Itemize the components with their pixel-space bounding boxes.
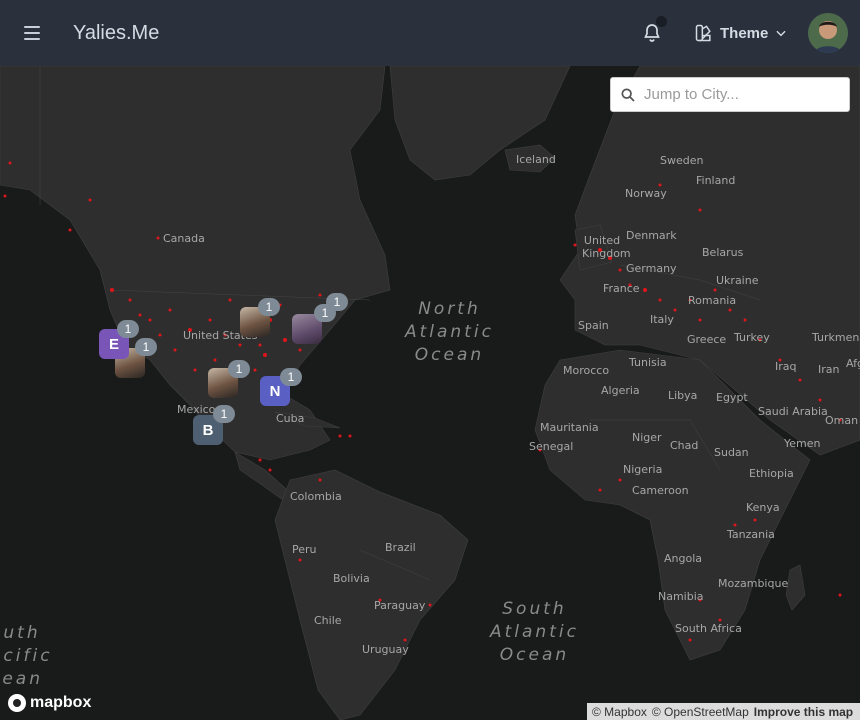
ocean-label-north-atlantic: North Atlantic Ocean <box>405 299 494 365</box>
cluster-count-badge[interactable]: 1 <box>280 368 302 386</box>
map-label: Brazil <box>385 541 416 554</box>
map-label: Iceland <box>516 153 556 166</box>
brand-title[interactable]: Yalies.Me <box>73 22 159 45</box>
map-label: Chad <box>670 439 699 452</box>
avatar-image <box>808 13 848 53</box>
map-label: Tanzania <box>727 528 775 541</box>
map-label: Germany <box>626 262 677 275</box>
notification-dot <box>655 15 668 28</box>
map-label: Afg <box>846 357 860 370</box>
mapbox-logo-icon <box>8 694 26 712</box>
map-label: Niger <box>632 431 662 444</box>
map-label: France <box>603 282 640 295</box>
map-label: Angola <box>664 552 703 565</box>
map-label: Turkey <box>734 331 770 344</box>
theme-label: Theme <box>720 24 769 42</box>
map-label: Romania <box>688 294 737 307</box>
map-label: Norway <box>625 187 667 200</box>
map-label: Iran <box>818 363 840 376</box>
map-label: Chile <box>314 614 342 627</box>
map-label: Cuba <box>276 412 305 425</box>
map-label: South Africa <box>675 622 742 635</box>
map-label: Namibia <box>658 590 704 603</box>
map-label: Algeria <box>601 384 640 397</box>
map-label: Nigeria <box>623 463 663 476</box>
map-label: Greece <box>687 333 727 346</box>
mapbox-logo-text: mapbox <box>30 694 92 711</box>
improve-map-link[interactable]: Improve this map <box>754 705 853 719</box>
map-label: Ukraine <box>716 274 759 287</box>
cluster-count-badge[interactable]: 1 <box>213 405 235 423</box>
map-label: Sudan <box>714 446 749 459</box>
map-label: Turkmen <box>812 331 860 344</box>
cluster-count-badge[interactable]: 1 <box>135 338 157 356</box>
map-label: Uruguay <box>362 643 409 656</box>
map-label: Egypt <box>716 391 748 404</box>
palette-icon <box>695 24 711 42</box>
map-label: Saudi Arabia <box>758 405 828 418</box>
user-avatar[interactable] <box>808 13 848 53</box>
ocean-label-south-pacific: outh acific cean <box>0 623 53 689</box>
map-label: Ethiopia <box>749 467 794 480</box>
map-label: Libya <box>668 389 698 402</box>
map-label: Oman <box>825 414 859 427</box>
world-map[interactable]: Iceland Sweden Finland Norway United Kin… <box>0 66 860 720</box>
map-label: Mozambique <box>718 577 789 590</box>
map-label: Sweden <box>660 154 704 167</box>
map-label: Mauritania <box>540 421 599 434</box>
attribution-mapbox-link[interactable]: © Mapbox <box>592 705 647 719</box>
map-label: Tunisia <box>629 356 667 369</box>
map-label: Senegal <box>529 440 574 453</box>
map-label: Belarus <box>702 246 744 259</box>
cluster-count-badge[interactable]: 1 <box>258 298 280 316</box>
map-label: Cameroon <box>632 484 689 497</box>
map-label: Denmark <box>626 229 677 242</box>
map-label: Peru <box>292 543 317 556</box>
map-label: Spain <box>578 319 609 332</box>
chevron-down-icon <box>776 30 786 37</box>
city-search[interactable] <box>610 77 850 112</box>
search-icon <box>621 88 635 102</box>
map-attribution: © Mapbox © OpenStreetMap Improve this ma… <box>587 703 860 720</box>
attribution-osm-link[interactable]: © OpenStreetMap <box>652 705 749 719</box>
theme-button[interactable]: Theme <box>694 20 788 46</box>
map-label: Colombia <box>290 490 342 503</box>
mapbox-logo[interactable]: mapbox <box>8 694 91 712</box>
cluster-count-badge[interactable]: 1 <box>117 320 139 338</box>
cluster-count-badge[interactable]: 1 <box>326 293 348 311</box>
map-label: Iraq <box>775 360 797 373</box>
app: Yalies.Me Theme Iceland Sweden Finland N… <box>0 0 860 720</box>
map-label: Canada <box>163 232 205 245</box>
hamburger-menu-icon[interactable] <box>20 21 44 45</box>
map-label: Yemen <box>784 437 821 450</box>
map-label: Italy <box>650 313 674 326</box>
map-label: Bolivia <box>333 572 370 585</box>
map-label: Kenya <box>746 501 780 514</box>
ocean-label-south-atlantic: South Atlantic Ocean <box>490 599 579 665</box>
search-input[interactable] <box>644 78 844 111</box>
map-label: Morocco <box>563 364 610 377</box>
map-label: Paraguay <box>374 599 426 612</box>
navbar: Yalies.Me Theme <box>0 0 860 66</box>
map-label: United Kingdom <box>582 234 631 260</box>
cluster-count-badge[interactable]: 1 <box>228 360 250 378</box>
map-label: Finland <box>696 174 736 187</box>
